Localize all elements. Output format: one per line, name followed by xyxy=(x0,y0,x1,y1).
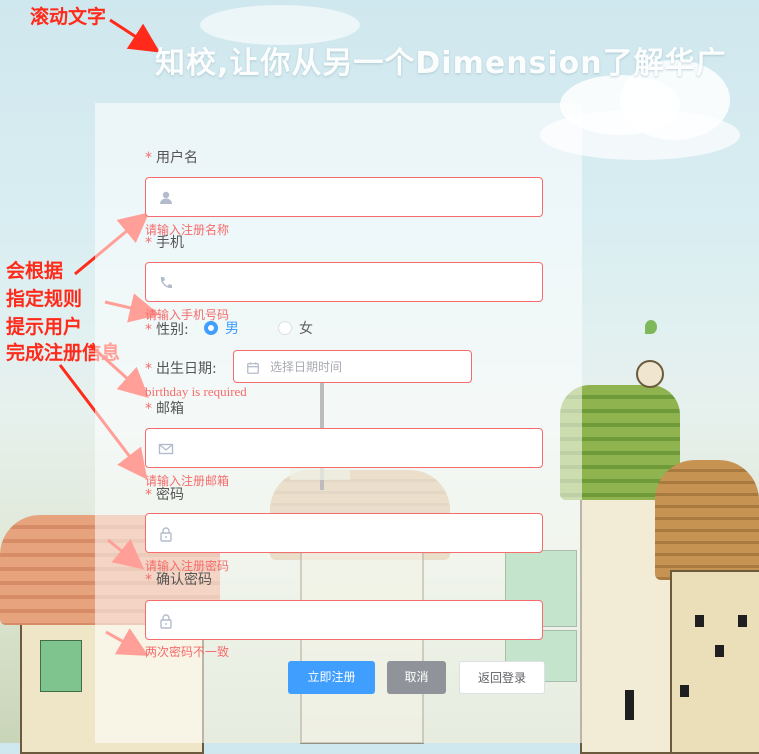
calendar-icon xyxy=(246,360,262,376)
username-input[interactable] xyxy=(145,177,543,217)
lock-icon xyxy=(158,613,174,629)
email-input[interactable] xyxy=(145,428,543,468)
gender-label: * 性别: xyxy=(145,322,189,338)
cancel-button[interactable]: 取消 xyxy=(387,661,446,694)
arrow-line xyxy=(109,18,161,53)
radio-dot xyxy=(204,321,218,335)
scrolling-banner: 知校,让你从另一个Dimension了解华广 xyxy=(155,46,727,81)
annotation-scroll-text: 滚动文字 xyxy=(30,6,107,28)
phone-input[interactable] xyxy=(145,262,543,302)
annotation-line-1: 会根据 xyxy=(6,260,64,282)
username-field[interactable] xyxy=(184,178,532,216)
gender-radio-male[interactable]: 男 xyxy=(204,318,239,338)
birthday-label: * 出生日期: xyxy=(145,361,217,377)
gender-radio-female[interactable]: 女 xyxy=(278,318,313,338)
annotation-line-3: 提示用户 xyxy=(6,316,83,338)
confirm-password-error: 两次密码不一致 xyxy=(145,645,230,659)
birthday-picker[interactable] xyxy=(233,350,472,383)
birthday-field[interactable] xyxy=(268,351,461,382)
password-label: * 密码 xyxy=(145,487,184,503)
phone-icon xyxy=(158,275,174,291)
back-to-login-button[interactable]: 返回登录 xyxy=(459,661,545,694)
mail-icon xyxy=(158,441,174,457)
phone-label: * 手机 xyxy=(145,235,184,251)
user-icon xyxy=(158,190,174,206)
annotation-line-2: 指定规则 xyxy=(6,288,83,310)
register-button[interactable]: 立即注册 xyxy=(288,661,375,694)
radio-dot xyxy=(278,321,292,335)
phone-field[interactable] xyxy=(184,263,532,301)
email-label: * 邮箱 xyxy=(145,401,184,417)
lock-icon xyxy=(158,526,174,542)
email-field[interactable] xyxy=(184,429,532,467)
password-field[interactable] xyxy=(184,514,532,552)
confirm-password-field[interactable] xyxy=(184,601,532,639)
password-input[interactable] xyxy=(145,513,543,553)
username-label: * 用户名 xyxy=(145,150,198,166)
confirm-password-label: * 确认密码 xyxy=(145,572,212,588)
confirm-password-input[interactable] xyxy=(145,600,543,640)
